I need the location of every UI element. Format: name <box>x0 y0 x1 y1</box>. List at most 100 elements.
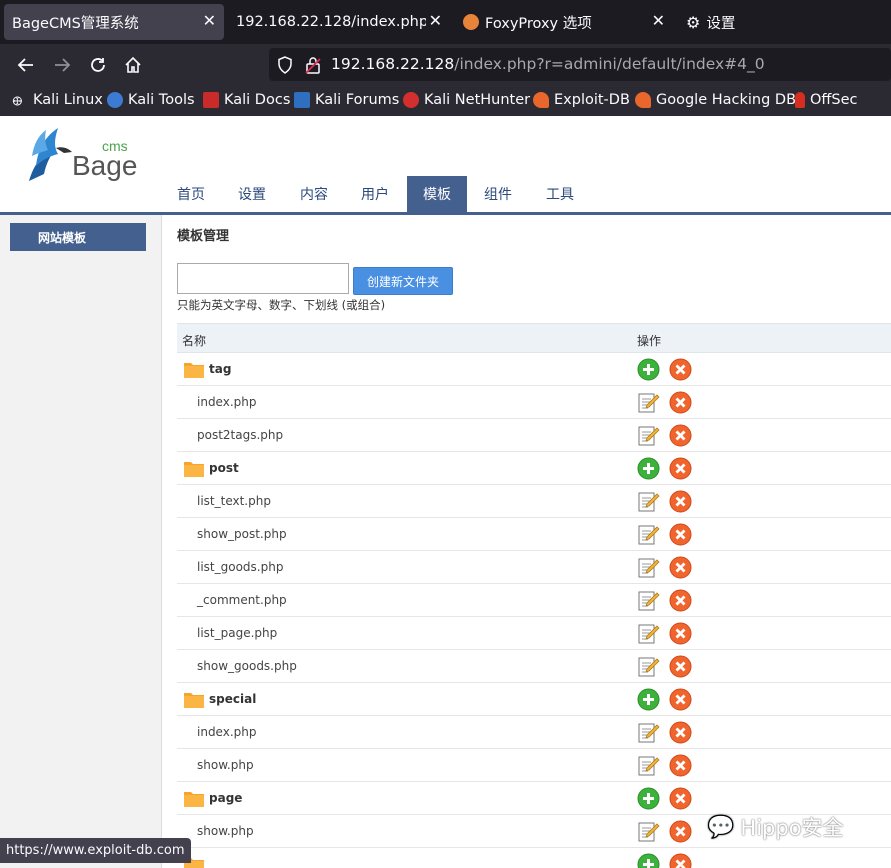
tab-bagecms[interactable]: BageCMS管理系统 ✕ <box>4 4 224 40</box>
reload-button[interactable] <box>85 52 111 78</box>
delete-icon[interactable] <box>669 754 692 777</box>
nav-templates[interactable]: 模板 <box>407 176 467 212</box>
forward-button[interactable] <box>49 52 75 78</box>
delete-icon[interactable] <box>669 688 692 711</box>
file-name[interactable]: list_text.php <box>197 494 271 508</box>
file-row: index.php <box>177 386 891 419</box>
wechat-icon: 💬 <box>707 814 735 840</box>
delete-icon[interactable] <box>669 457 692 480</box>
edit-file-icon[interactable] <box>637 523 660 546</box>
tab-settings[interactable]: ⚙ 设置 <box>678 4 891 40</box>
back-button[interactable] <box>13 52 39 78</box>
file-name[interactable]: show.php <box>197 758 254 772</box>
bookmark-label: OffSec <box>810 92 858 108</box>
delete-icon[interactable] <box>669 655 692 678</box>
file-row: list_text.php <box>177 485 891 518</box>
reload-icon <box>91 58 105 72</box>
delete-icon[interactable] <box>669 556 692 579</box>
folder-name[interactable]: post <box>209 461 239 475</box>
delete-icon[interactable] <box>669 589 692 612</box>
nav-content[interactable]: 内容 <box>284 176 344 212</box>
file-name[interactable]: show_goods.php <box>197 659 297 673</box>
edit-file-icon[interactable] <box>637 490 660 513</box>
kali-forums-icon <box>294 92 310 108</box>
edit-file-icon[interactable] <box>637 754 660 777</box>
bookmark-kali-nethunter[interactable]: Kali NetHunter <box>403 90 530 110</box>
folder-row: page <box>177 782 891 815</box>
file-name[interactable]: show.php <box>197 824 254 838</box>
bookmark-label: Kali Docs <box>224 92 291 108</box>
add-file-icon[interactable] <box>637 457 660 480</box>
bagecms-logo[interactable]: cms Bage <box>24 126 139 188</box>
bookmark-exploit-db[interactable]: Exploit-DB <box>533 90 630 110</box>
delete-icon[interactable] <box>669 490 692 513</box>
add-file-icon[interactable] <box>637 787 660 810</box>
close-icon[interactable]: ✕ <box>652 11 665 30</box>
file-name[interactable]: index.php <box>197 725 256 739</box>
bookmark-kali-forums[interactable]: Kali Forums <box>294 90 399 110</box>
edit-file-icon[interactable] <box>637 556 660 579</box>
delete-icon[interactable] <box>669 721 692 744</box>
home-button[interactable] <box>120 52 146 78</box>
bookmark-label: Kali Linux <box>33 92 103 108</box>
insecure-lock-icon[interactable] <box>305 56 321 74</box>
edit-file-icon[interactable] <box>637 622 660 645</box>
bookmark-offsec[interactable]: OffSec <box>795 90 858 110</box>
delete-icon[interactable] <box>669 853 692 868</box>
bookmark-kali-linux[interactable]: 𐃏 Kali Linux <box>12 90 103 110</box>
edit-file-icon[interactable] <box>637 589 660 612</box>
folder-name[interactable]: tag <box>209 362 231 376</box>
edit-file-icon[interactable] <box>637 721 660 744</box>
nav-home[interactable]: 首页 <box>161 176 221 212</box>
file-name[interactable]: _comment.php <box>197 593 287 607</box>
bookmark-kali-docs[interactable]: Kali Docs <box>203 90 290 110</box>
bird-logo-icon <box>29 128 72 181</box>
bookmark-label: Exploit-DB <box>554 92 630 108</box>
edit-file-icon[interactable] <box>637 391 660 414</box>
delete-icon[interactable] <box>669 391 692 414</box>
add-file-icon[interactable] <box>637 358 660 381</box>
folder-icon <box>183 359 205 379</box>
file-name[interactable]: list_goods.php <box>197 560 283 574</box>
nav-components[interactable]: 组件 <box>468 176 528 212</box>
delete-icon[interactable] <box>669 787 692 810</box>
add-file-icon[interactable] <box>637 688 660 711</box>
bookmark-label: Kali Forums <box>315 92 400 108</box>
edit-file-icon[interactable] <box>637 655 660 678</box>
edit-file-icon[interactable] <box>637 820 660 843</box>
delete-icon[interactable] <box>669 622 692 645</box>
folder-name[interactable]: page <box>209 791 242 805</box>
file-name[interactable]: show_post.php <box>197 527 287 541</box>
url-bar[interactable]: 192.168.22.128/index.php?r=admini/defaul… <box>269 48 891 81</box>
close-icon[interactable]: ✕ <box>429 11 442 30</box>
kali-docs-icon <box>203 92 219 108</box>
nav-users[interactable]: 用户 <box>345 176 405 212</box>
nav-tools[interactable]: 工具 <box>530 176 590 212</box>
edit-file-icon[interactable] <box>637 424 660 447</box>
folder-name-input[interactable] <box>177 263 349 294</box>
nav-settings[interactable]: 设置 <box>222 176 282 212</box>
bookmark-kali-tools[interactable]: Kali Tools <box>107 90 195 110</box>
file-name[interactable]: index.php <box>197 395 256 409</box>
file-name[interactable]: post2tags.php <box>197 428 283 442</box>
column-header-action: 操作 <box>637 334 662 348</box>
delete-icon[interactable] <box>669 820 692 843</box>
folder-row <box>177 848 891 868</box>
folder-name[interactable]: special <box>209 692 256 706</box>
delete-icon[interactable] <box>669 523 692 546</box>
add-file-icon[interactable] <box>637 853 660 868</box>
file-name[interactable]: list_page.php <box>197 626 277 640</box>
close-icon[interactable]: ✕ <box>203 11 216 30</box>
bookmark-google-hacking-db[interactable]: Google Hacking DB <box>635 90 796 110</box>
delete-icon[interactable] <box>669 424 692 447</box>
sidebar: 网站模板 <box>0 215 162 868</box>
shield-icon[interactable] <box>277 56 293 74</box>
nav-label: 用户 <box>361 187 389 203</box>
sidebar-item-site-templates[interactable]: 网站模板 <box>10 223 146 251</box>
tab-index-php[interactable]: 192.168.22.128/index.php?r=v ✕ <box>228 4 450 40</box>
gear-icon: ⚙ <box>686 12 701 32</box>
tab-foxyproxy[interactable]: FoxyProxy 选项 ✕ <box>455 4 673 40</box>
create-folder-button[interactable]: 创建新文件夹 <box>353 267 453 295</box>
delete-icon[interactable] <box>669 358 692 381</box>
url-path: /index.php?r=admini/default/index#4_0 <box>454 55 765 73</box>
